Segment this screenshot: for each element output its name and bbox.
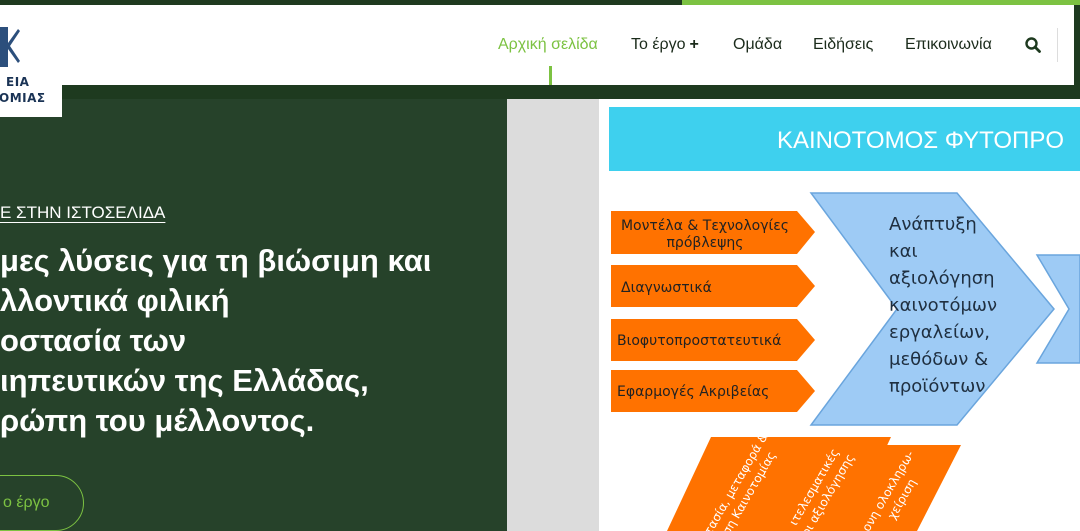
logo-mark-icon	[0, 27, 20, 67]
plus-icon: +	[689, 36, 699, 53]
chevron-text-line: προϊόντων	[889, 376, 985, 397]
logo-text-line1: ΕΙΑ	[6, 75, 30, 89]
hero-kicker-link[interactable]: Ε ΣΤΗΝ ΙΣΤΟΣΕΛΙΔΑ	[0, 203, 165, 223]
nav-active-indicator	[549, 66, 552, 85]
nav-project-label: Το έργο	[631, 36, 686, 53]
header-strip	[0, 85, 1080, 99]
nav-divider	[1057, 28, 1058, 62]
chevron-text-line: εργαλείων,	[889, 322, 990, 343]
hero-section: Ε ΣΤΗΝ ΙΣΤΟΣΕΛΙΔΑ μες λύσεις για τη βιώσ…	[0, 99, 507, 531]
hero-graphic: ΚΑΙΝΟΤΟΜΟΣ ΦΥΤΟΠΡΟ Μοντέλα & Τεχνολογίες…	[507, 99, 1080, 531]
arrow-forecast-text-2: πρόβλεψης	[667, 235, 744, 251]
hero-title-line: ιηπευτικών της Ελλάδας,	[0, 363, 369, 398]
chevron-text-line: αξιολόγηση	[889, 268, 995, 289]
chevron-text-line: καινοτόμων	[889, 295, 997, 316]
hero-title-line: λλοντικά φιλική	[0, 283, 230, 318]
header-edge	[1074, 5, 1080, 85]
arrow-bioprotection-text: Βιοφυτοπροστατευτικά	[617, 333, 781, 349]
hero-title-line: μες λύσεις για τη βιώσιμη και	[0, 243, 432, 278]
nav-team[interactable]: Ομάδα	[733, 36, 782, 54]
project-cta-button[interactable]: ο έργο	[0, 475, 84, 531]
hero-title-line: ρώπη του μέλλοντος.	[0, 403, 315, 438]
nav-news[interactable]: Ειδήσεις	[813, 36, 873, 54]
logo-text-line2: ΟΜΙΑΣ	[0, 91, 46, 105]
nav-contact[interactable]: Επικοινωνία	[905, 36, 992, 54]
project-cta-label: ο έργο	[3, 494, 50, 511]
arrow-forecast-text-1: Μοντέλα & Τεχνολογίες	[621, 218, 789, 234]
infographic-diagram: Μοντέλα & Τεχνολογίες πρόβλεψης Διαγνωστ…	[611, 192, 1080, 531]
site-logo[interactable]: ΕΙΑ ΟΜΙΑΣ	[0, 5, 62, 117]
hero-title: μες λύσεις για τη βιώσιμη και λλοντικά φ…	[0, 241, 470, 441]
arrow-diagnostics-text: Διαγνωστικά	[621, 280, 712, 296]
chevron-text-line: μεθόδων &	[889, 349, 988, 370]
chevron-text-line: και	[889, 241, 918, 262]
chevron-text-line: Ανάπτυξη	[889, 214, 977, 235]
nav-home[interactable]: Αρχική σελίδα	[498, 36, 598, 54]
search-icon[interactable]	[1024, 36, 1042, 54]
hero-title-line: οστασία των	[0, 323, 187, 358]
nav-project[interactable]: Το έργο +	[631, 36, 699, 54]
infographic-slide: ΚΑΙΝΟΤΟΜΟΣ ΦΥΤΟΠΡΟ Μοντέλα & Τεχνολογίες…	[599, 99, 1080, 531]
arrow-precision-text: Εφαρμογές Ακριβείας	[617, 384, 769, 400]
